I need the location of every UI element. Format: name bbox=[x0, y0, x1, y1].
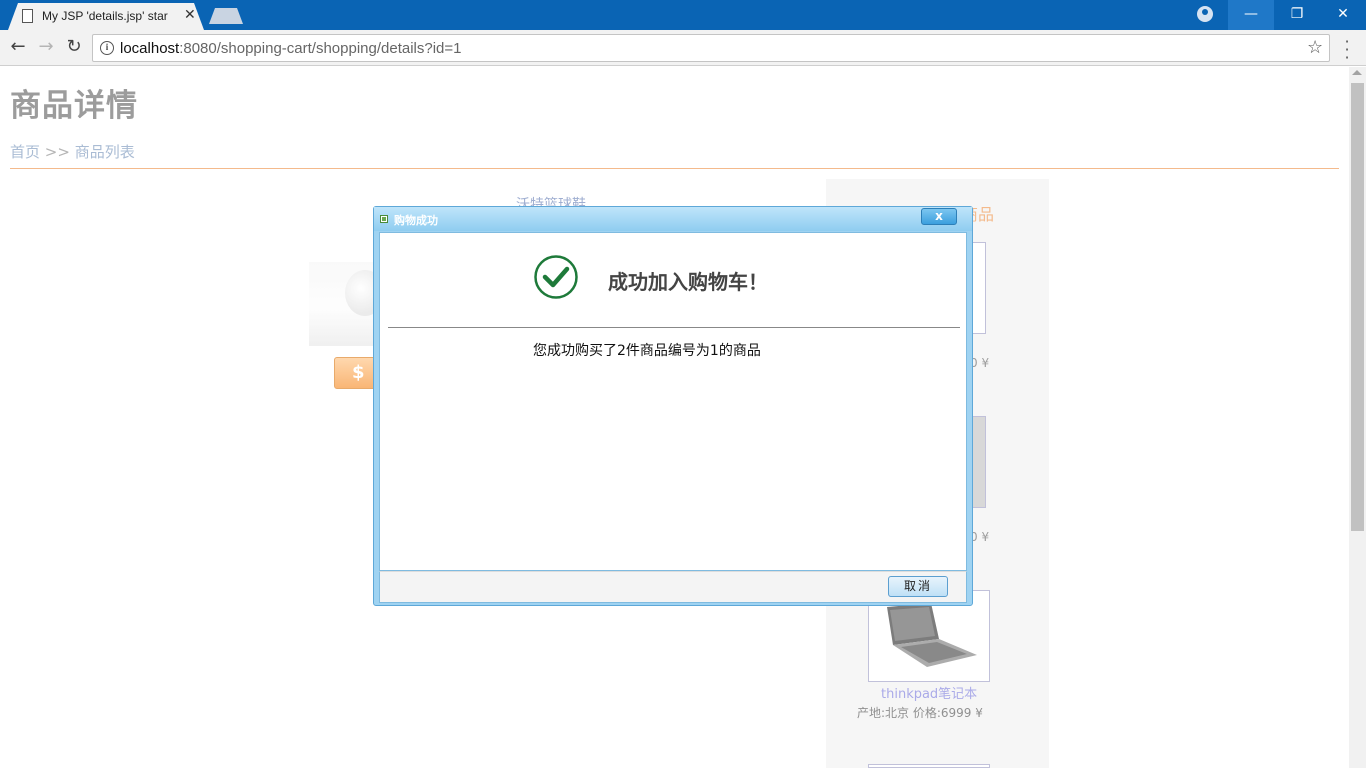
minimize-button[interactable]: — bbox=[1228, 0, 1274, 30]
bookmark-star-icon[interactable]: ☆ bbox=[1307, 37, 1323, 58]
back-arrow-icon[interactable]: ← bbox=[6, 36, 30, 60]
forward-arrow-icon[interactable]: → bbox=[34, 36, 58, 60]
success-title: 成功加入购物车！ bbox=[608, 270, 768, 294]
purchase-success-dialog: 购物成功 x 成功加入购物车！ 您成功购买了2件商品编号为1的商品 取消 bbox=[373, 206, 973, 606]
check-circle-icon bbox=[534, 255, 578, 299]
dialog-title: 购物成功 bbox=[394, 214, 438, 227]
dialog-close-button[interactable]: x bbox=[921, 208, 957, 225]
page-scrollbar[interactable] bbox=[1349, 67, 1366, 768]
url-text[interactable]: localhost:8080/shopping-cart/shopping/de… bbox=[120, 40, 462, 57]
tab-title: My JSP 'details.jsp' star bbox=[42, 9, 168, 23]
dialog-header[interactable]: 购物成功 x bbox=[374, 207, 972, 231]
browser-toolbar: ← → ↻ i localhost:8080/shopping-cart/sho… bbox=[0, 30, 1366, 66]
address-bar[interactable]: i localhost:8080/shopping-cart/shopping/… bbox=[92, 34, 1330, 62]
dialog-footer: 取消 bbox=[379, 571, 967, 603]
restore-button[interactable]: ❐ bbox=[1274, 0, 1320, 30]
reload-icon[interactable]: ↻ bbox=[62, 36, 86, 60]
info-icon[interactable]: i bbox=[100, 41, 114, 55]
tab-close-icon[interactable]: ✕ bbox=[184, 7, 196, 23]
page-icon bbox=[22, 9, 33, 23]
dialog-divider bbox=[388, 327, 960, 328]
browser-tab[interactable]: My JSP 'details.jsp' star ✕ bbox=[8, 3, 204, 30]
browser-menu-icon[interactable]: · · · bbox=[1341, 34, 1353, 66]
dialog-window-icon bbox=[380, 215, 388, 223]
new-tab-button[interactable] bbox=[209, 8, 243, 24]
scroll-up-arrow-icon[interactable] bbox=[1352, 70, 1362, 75]
profile-icon[interactable] bbox=[1197, 6, 1213, 22]
dialog-message: 您成功购买了2件商品编号为1的商品 bbox=[533, 343, 761, 359]
window-close-button[interactable]: ✕ bbox=[1320, 0, 1366, 30]
browser-titlebar: My JSP 'details.jsp' star ✕ — ❐ ✕ bbox=[0, 0, 1366, 30]
dialog-body: 成功加入购物车！ 您成功购买了2件商品编号为1的商品 bbox=[379, 232, 967, 571]
scroll-thumb[interactable] bbox=[1351, 83, 1364, 531]
cancel-button[interactable]: 取消 bbox=[888, 576, 948, 597]
